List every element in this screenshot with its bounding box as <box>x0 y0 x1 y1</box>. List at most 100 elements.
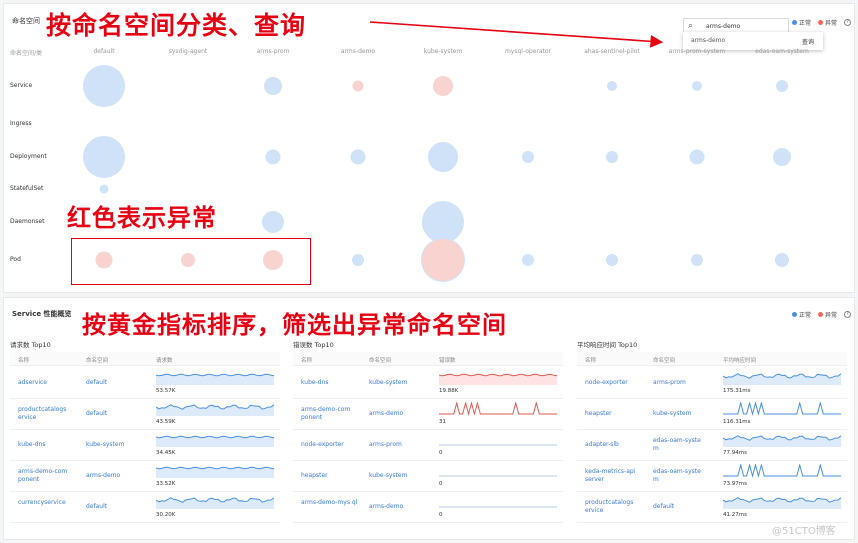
namespace-link[interactable]: kube-system <box>86 441 138 449</box>
namespace-link[interactable]: kube-system <box>653 410 705 418</box>
sparkline <box>723 373 841 385</box>
search-input[interactable] <box>706 20 786 32</box>
bubble-normal[interactable] <box>422 201 464 243</box>
table-row[interactable]: arms-demo-com ponent arms-demo 31 <box>293 399 563 430</box>
column-header[interactable]: 命名空间 <box>86 356 108 364</box>
bubble-normal[interactable] <box>607 81 617 91</box>
bubble-normal[interactable] <box>773 148 791 166</box>
column-header[interactable]: 名称 <box>18 356 29 364</box>
namespace-link[interactable]: arms-demo <box>369 410 421 418</box>
namespace-header[interactable]: arms-prom-system <box>669 48 726 55</box>
service-name-link[interactable]: arms-demo-com ponent <box>18 468 78 484</box>
table-row[interactable]: arms-demo-mys ql arms-demo 0 <box>293 492 563 523</box>
namespace-link[interactable]: arms-demo <box>369 503 421 511</box>
bubble-normal[interactable] <box>522 254 534 266</box>
resource-type-label: Service <box>10 82 33 89</box>
namespace-link[interactable]: default <box>653 503 705 511</box>
table-row[interactable]: keda-metrics-api server edas-oam-syste m 7… <box>577 461 847 492</box>
bubble-anomaly[interactable] <box>433 76 453 96</box>
bubble-normal[interactable] <box>352 254 364 266</box>
table-row[interactable]: node-exporter arms-prom 0 <box>293 430 563 461</box>
namespace-header[interactable]: sysdig-agent <box>169 48 208 55</box>
table-row[interactable]: node-exporter arms-prom 175.31ms <box>577 368 847 399</box>
namespace-link[interactable]: kube-system <box>369 379 421 387</box>
bubble-normal[interactable] <box>775 253 789 267</box>
namespace-link[interactable]: arms-demo <box>86 472 138 480</box>
namespace-header[interactable]: kube-system <box>424 48 462 55</box>
table-row[interactable]: adapter-slb edas-oam-syste m 77.94ms <box>577 430 847 461</box>
namespace-header[interactable]: default <box>93 48 114 55</box>
column-header[interactable]: 平均响应时间 <box>723 356 756 364</box>
namespace-link[interactable]: arms-prom <box>369 441 421 449</box>
namespace-link[interactable]: default <box>86 410 138 418</box>
table-row[interactable]: heapster kube-system 116.31ms <box>577 399 847 430</box>
help-icon[interactable]: ? <box>844 19 852 26</box>
service-name-link[interactable]: kube-dns <box>301 379 361 387</box>
service-name-link[interactable]: heapster <box>585 410 645 418</box>
bubble-normal[interactable] <box>606 254 618 266</box>
column-header[interactable]: 命名空间 <box>369 356 391 364</box>
table-row[interactable]: productcatalogs ervice default 41.27ms <box>577 492 847 523</box>
bubble-normal[interactable] <box>264 77 282 95</box>
bubble-normal[interactable] <box>83 65 125 107</box>
service-name-link[interactable]: kube-dns <box>18 441 78 449</box>
namespace-header[interactable]: arms-prom <box>257 48 290 55</box>
table-title: 请求数 Top10 <box>10 341 51 349</box>
service-name-link[interactable]: arms-demo-mys ql <box>301 499 361 507</box>
top10-table: 名称 命名空间 请求数 adservice default 53.57K productca… <box>10 352 280 524</box>
bubble-normal[interactable] <box>692 81 702 91</box>
column-header[interactable]: 名称 <box>585 356 596 364</box>
bubble-normal[interactable] <box>689 149 705 165</box>
namespace-link[interactable]: arms-prom <box>653 379 705 387</box>
bubble-anomaly[interactable] <box>352 80 364 92</box>
namespace-link[interactable]: edas-oam-syste m <box>653 437 705 453</box>
table-title: 错误数 Top10 <box>293 341 334 349</box>
bubble-anomaly[interactable] <box>422 239 464 281</box>
bubble-normal[interactable] <box>265 149 281 165</box>
column-header[interactable]: 命名空间 <box>653 356 675 364</box>
table-row[interactable]: kube-dns kube-system 34.45K <box>10 430 280 461</box>
service-name-link[interactable]: node-exporter <box>585 379 645 387</box>
table-row[interactable]: heapster kube-system 0 <box>293 461 563 492</box>
bubble-normal[interactable] <box>522 151 534 163</box>
column-header[interactable]: 错误数 <box>439 356 456 364</box>
namespace-header[interactable]: mysql-operator <box>505 48 551 55</box>
bubble-normal[interactable] <box>262 211 284 233</box>
service-name-link[interactable]: adservice <box>18 379 78 387</box>
namespace-link[interactable]: default <box>86 379 138 387</box>
table-row[interactable]: kube-dns kube-system 19.88K <box>293 368 563 399</box>
service-name-link[interactable]: node-exporter <box>301 441 361 449</box>
service-name-link[interactable]: heapster <box>301 472 361 480</box>
bubble-normal[interactable] <box>428 142 458 172</box>
help-icon[interactable]: ? <box>844 311 852 318</box>
namespace-header[interactable]: arms-demo <box>341 48 375 55</box>
table-row[interactable]: arms-demo-com ponent arms-demo 33.52K <box>10 461 280 492</box>
table-title: 平均响应时间 Top10 <box>577 341 638 349</box>
namespace-header[interactable]: edas-oam-system <box>755 48 809 55</box>
namespace-link[interactable]: default <box>86 503 138 511</box>
service-name-link[interactable]: productcatalogs ervice <box>585 499 645 515</box>
bubble-normal[interactable] <box>691 254 703 266</box>
table-row[interactable]: productcatalogs ervice default 43.59K <box>10 399 280 430</box>
service-name-link[interactable]: currencyservice <box>18 499 78 507</box>
legend-err: 异常 <box>825 20 838 27</box>
service-name-link[interactable]: arms-demo-com ponent <box>301 406 361 422</box>
bubble-normal[interactable] <box>350 149 366 165</box>
bubble-normal[interactable] <box>83 136 125 178</box>
service-name-link[interactable]: productcatalogs ervice <box>18 406 78 422</box>
table-row[interactable]: currencyservice default 30.20K <box>10 492 280 523</box>
column-header[interactable]: 名称 <box>301 356 312 364</box>
search-icon[interactable]: ⌕ <box>688 21 693 31</box>
bubble-normal[interactable] <box>776 80 788 92</box>
bubble-normal[interactable] <box>99 184 109 194</box>
query-button[interactable]: 查询 <box>802 37 814 46</box>
service-name-link[interactable]: adapter-slb <box>585 441 645 449</box>
service-name-link[interactable]: keda-metrics-api server <box>585 468 645 484</box>
column-header[interactable]: 请求数 <box>156 356 173 364</box>
dropdown-option[interactable]: arms-demo <box>691 37 725 44</box>
namespace-link[interactable]: kube-system <box>369 472 421 480</box>
bubble-normal[interactable] <box>606 151 618 163</box>
table-row[interactable]: adservice default 53.57K <box>10 368 280 399</box>
namespace-link[interactable]: edas-oam-syste m <box>653 468 705 484</box>
namespace-header[interactable]: ahas-sentinel-pilot <box>584 48 640 55</box>
